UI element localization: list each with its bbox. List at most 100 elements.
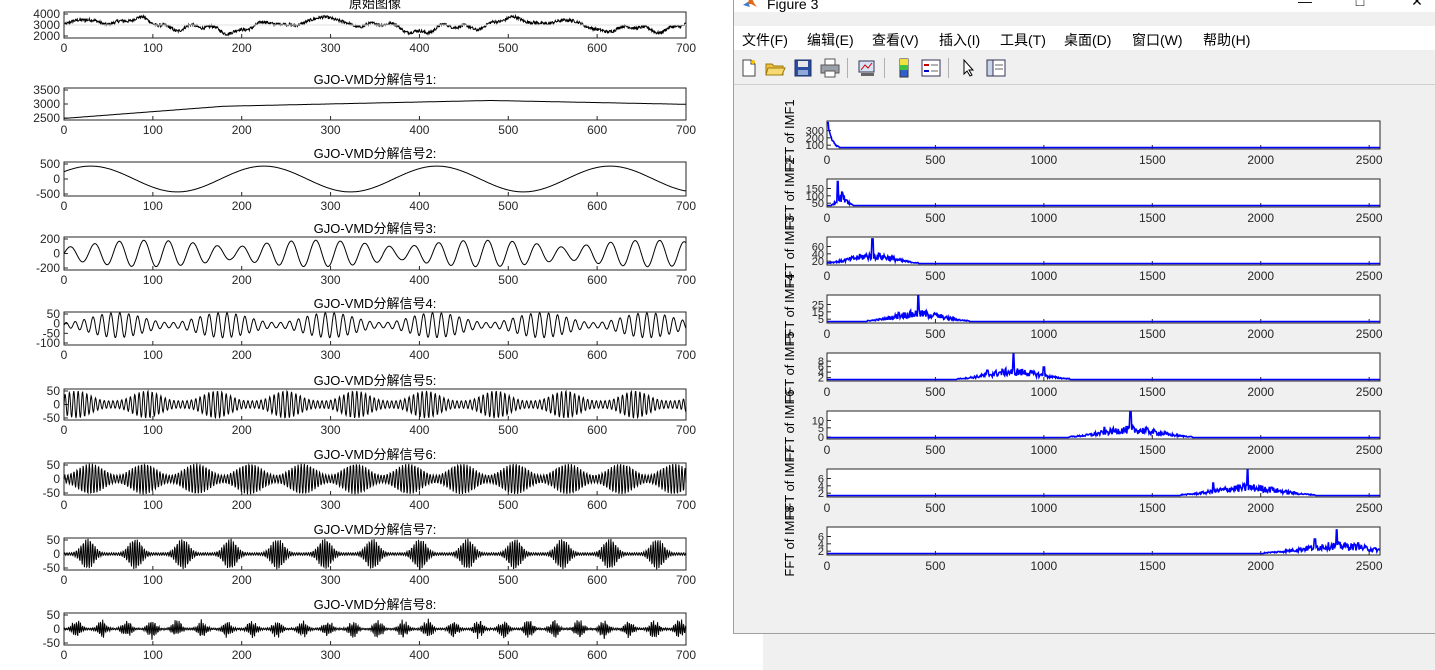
left-x-tick-label: 300 [321,199,341,213]
left-x-tick-label: 0 [61,648,68,662]
legend-icon[interactable] [920,57,942,79]
fft-x-tick-label: 2500 [1356,211,1383,225]
left-y-tick-label: -500 [36,187,60,201]
fft-x-tick-label: 2000 [1247,327,1274,341]
left-y-tick-label: 0 [53,547,60,561]
left-x-tick-label: 500 [498,573,518,587]
fft-x-tick-label: 1500 [1139,443,1166,457]
menu-window[interactable]: 窗口(W) [1132,30,1183,50]
left-y-tick-label: 500 [40,157,60,171]
menu-edit[interactable]: 编辑(E) [807,30,854,50]
left-y-tick-label: 200 [40,232,60,246]
toolbar-separator [847,58,848,78]
fft-y-tick-label: 60 [812,242,824,254]
left-panel-title: GJO-VMD分解信号6: [314,447,437,462]
left-axes-2 [63,161,687,197]
fft-x-tick-label: 0 [824,385,831,399]
left-x-tick-label: 600 [587,648,607,662]
fft-x-tick-label: 1000 [1031,443,1058,457]
left-x-tick-label: 500 [498,273,518,287]
fft-x-tick-label: 500 [925,327,945,341]
left-x-tick-label: 300 [321,348,341,362]
fft-x-tick-label: 2000 [1247,443,1274,457]
left-x-tick-label: 400 [409,498,429,512]
left-x-tick-label: 0 [61,41,68,55]
fft-x-tick-label: 0 [824,327,831,341]
left-x-tick-label: 500 [498,423,518,437]
left-x-tick-label: 200 [232,273,252,287]
left-x-tick-label: 700 [676,348,696,362]
save-icon[interactable] [792,57,814,79]
left-axes-1 [63,87,687,121]
fft-x-tick-label: 500 [925,559,945,573]
print-icon[interactable] [819,57,841,79]
left-x-tick-label: 200 [232,648,252,662]
left-panel-title: GJO-VMD分解信号3: [314,221,437,236]
left-x-tick-label: 400 [409,423,429,437]
fft-x-tick-label: 1000 [1031,327,1058,341]
open-folder-icon[interactable] [764,57,786,79]
left-figure-plots: 原始图像2000300040000 100 200 300 400 500 600 700GJ… [33,0,696,662]
fft-x-tick-label: 1500 [1139,327,1166,341]
fft-x-tick-label: 1000 [1031,385,1058,399]
left-y-tick-label: 50 [47,307,61,321]
left-panel-title: GJO-VMD分解信号2: [314,146,437,161]
minimize-icon[interactable]: — [1293,0,1317,9]
left-y-tick-label: 50 [47,458,61,472]
left-panel-title: GJO-VMD分解信号7: [314,522,437,537]
left-x-tick-label: 600 [587,273,607,287]
fft-x-tick-label: 0 [824,269,831,283]
left-x-tick-label: 500 [498,41,518,55]
fft-ylabel: FFT of IMF8 [782,505,797,576]
left-x-tick-label: 600 [587,199,607,213]
fft-x-tick-label: 2000 [1247,559,1274,573]
matlab-logo-icon [743,0,757,7]
fft-y-tick-label: 6 [818,474,824,486]
new-file-icon[interactable] [738,57,760,79]
menu-desktop[interactable]: 桌面(D) [1064,30,1111,50]
left-y-tick-label: -200 [36,261,60,275]
left-y-tick-label: -50 [43,486,61,500]
left-x-tick-label: 100 [143,498,163,512]
fft-x-tick-label: 2000 [1247,385,1274,399]
fft-x-tick-label: 0 [824,153,831,167]
left-x-tick-label: 400 [409,123,429,137]
left-x-tick-label: 700 [676,273,696,287]
link-figure-icon[interactable] [856,57,878,79]
fft-x-tick-label: 500 [925,443,945,457]
menu-view[interactable]: 查看(V) [872,30,919,50]
left-x-tick-label: 500 [498,648,518,662]
fft-axes-1 [826,120,1381,150]
fft-y-tick-label: 8 [818,356,824,368]
left-x-tick-label: 100 [143,348,163,362]
fft-x-tick-label: 2000 [1247,153,1274,167]
left-panel-title: GJO-VMD分解信号5: [314,373,437,388]
left-x-tick-label: 400 [409,199,429,213]
left-x-tick-label: 600 [587,348,607,362]
left-panel-title: 原始图像 [349,0,401,11]
menu-help[interactable]: 帮助(H) [1203,30,1250,50]
pointer-icon[interactable] [958,57,980,79]
left-x-tick-label: 0 [61,573,68,587]
menu-insert[interactable]: 插入(I) [939,30,980,50]
fft-x-tick-label: 1000 [1031,559,1058,573]
property-editor-icon[interactable] [985,57,1007,79]
left-x-tick-label: 100 [143,123,163,137]
left-x-tick-label: 500 [498,123,518,137]
menu-tools[interactable]: 工具(T) [1000,30,1046,50]
left-y-tick-label: 4000 [33,7,60,21]
left-y-tick-label: 0 [53,172,60,186]
fft-x-tick-label: 500 [925,501,945,515]
fft-y-tick-label: 6 [818,532,824,544]
left-panel-title: GJO-VMD分解信号4: [314,296,437,311]
fft-x-tick-label: 1500 [1139,269,1166,283]
left-x-tick-label: 700 [676,41,696,55]
fft-y-tick-label: 300 [806,126,824,138]
maximize-icon[interactable]: □ [1348,0,1372,9]
menu-file[interactable]: 文件(F) [742,30,788,50]
left-x-tick-label: 100 [143,423,163,437]
colorbar-icon[interactable] [893,57,915,79]
left-y-tick-label: 0 [53,622,60,636]
left-x-tick-label: 300 [321,573,341,587]
close-icon[interactable]: ✕ [1405,0,1429,9]
